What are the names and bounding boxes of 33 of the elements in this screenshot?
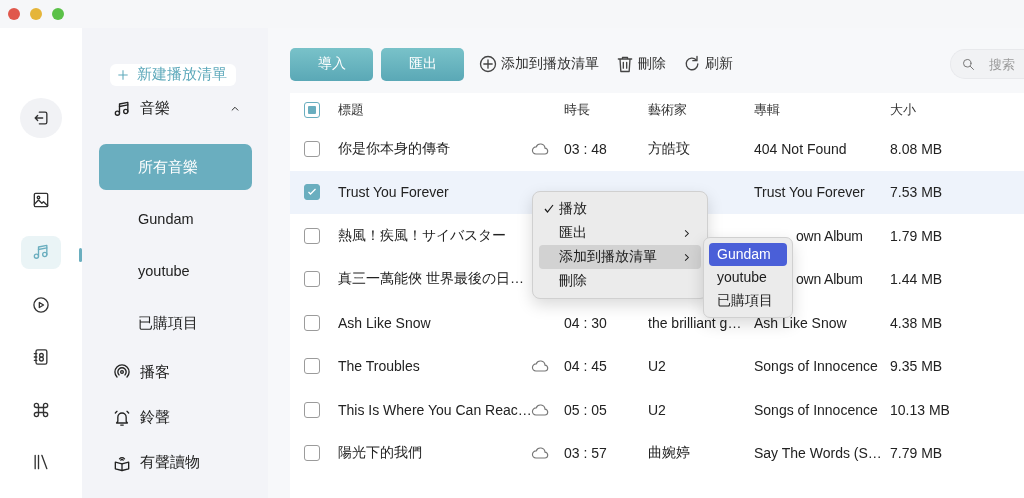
table-cell-text: Say The Words (S… — [754, 445, 883, 462]
table-cell-text: 04 : 30 — [563, 314, 608, 331]
table-cell-text: 404 Not Found — [754, 140, 848, 157]
table-cell-text: U2 — [648, 401, 667, 418]
table-cell-text: Trust You Forever — [338, 184, 450, 201]
table-cell-text: 陽光下的我們 — [338, 444, 423, 463]
table-cell-text: 真三一萬能俠 世界最後の日… — [338, 270, 525, 289]
table-cell-text: 9.35 MB — [890, 358, 944, 375]
table-cell-text: 1.79 MB — [890, 227, 944, 244]
table-cell-text: 方皓玟 — [648, 139, 691, 158]
table-cell-text: Trust You Forever — [754, 184, 866, 201]
table-cell-text: the brilliant g… — [648, 314, 743, 331]
table-cell-text: The Troubles — [338, 358, 421, 375]
table-cell-text: 8.08 MB — [890, 140, 944, 157]
table-cell-text: 7.53 MB — [890, 184, 944, 201]
table-cell-text: 1.44 MB — [890, 271, 944, 288]
table-cell-text: 03 : 48 — [563, 140, 608, 157]
table-cell-text: 05 : 05 — [563, 401, 608, 418]
table-cell: This Is Where You Can Reac… — [338, 401, 530, 418]
table-cell-text: Songs of Innocence — [754, 401, 879, 418]
table-cell-text: 04 : 45 — [563, 358, 608, 375]
table-cell-text: 03 : 57 — [563, 445, 608, 462]
table-cell-text: 你是你本身的傳奇 — [338, 139, 451, 158]
table-cell-text: 7.79 MB — [890, 445, 944, 462]
table-cell-text: own Album — [795, 227, 864, 244]
table-cell-text: U2 — [648, 358, 667, 375]
table-cell-text: 10.13 MB — [890, 401, 951, 418]
table-cell-text: Songs of Innocence — [754, 358, 879, 375]
table-cell-text: 熱風！疾風！サイバスター — [338, 226, 507, 245]
table-cell-text: 4.38 MB — [890, 314, 944, 331]
table-cell-text: Ash Like Snow — [754, 314, 848, 331]
table-cell-text: 曲婉婷 — [648, 444, 691, 463]
table-cell-text: Ash Like Snow — [338, 314, 432, 331]
